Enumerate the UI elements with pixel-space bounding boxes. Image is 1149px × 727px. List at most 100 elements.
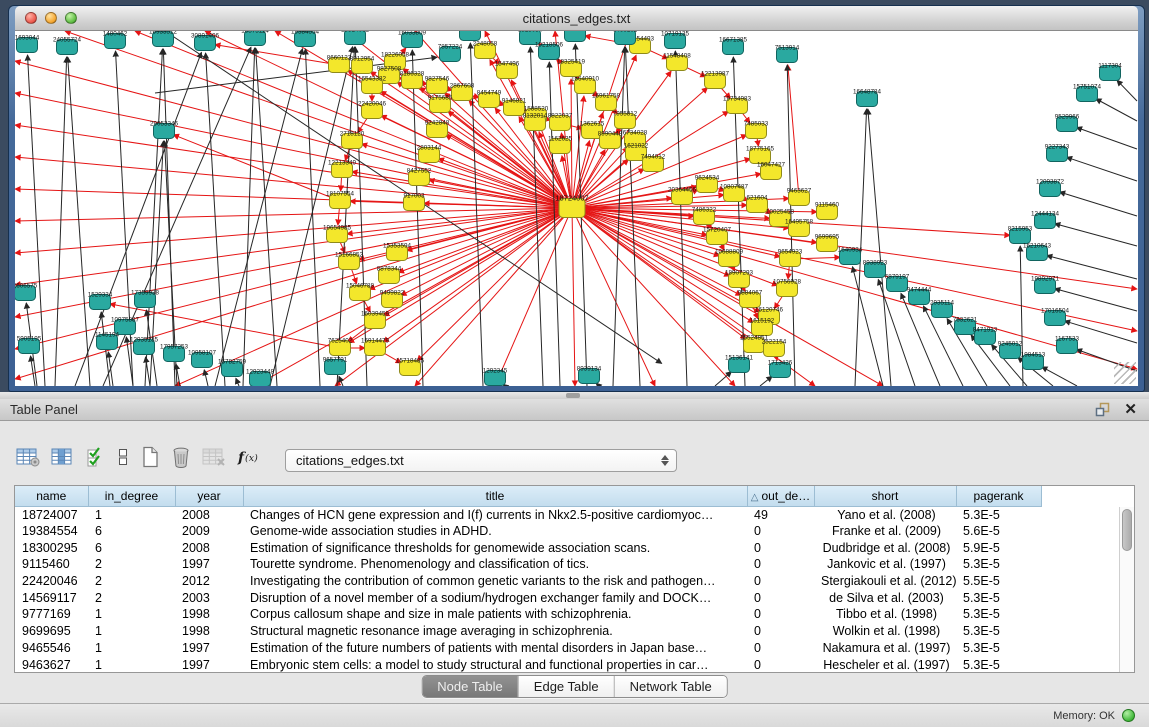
- table-select-dropdown[interactable]: citations_edges.txt: [285, 449, 677, 472]
- column-header-title[interactable]: title: [243, 486, 747, 506]
- table-cell[interactable]: Estimation of significance thresholds fo…: [243, 539, 747, 556]
- table-cell[interactable]: 2008: [175, 539, 243, 556]
- table-cell[interactable]: 2008: [175, 506, 243, 523]
- table-cell[interactable]: 19384554: [15, 523, 88, 540]
- network-graph[interactable]: 1822605898275088186328982754628676088454…: [15, 31, 1138, 386]
- citation-edge[interactable]: [1066, 157, 1137, 181]
- graph-node[interactable]: [460, 31, 481, 41]
- table-cell[interactable]: 0: [747, 606, 814, 623]
- column-header-in_degree[interactable]: in_degree: [88, 486, 175, 506]
- citation-edge[interactable]: [236, 378, 239, 386]
- citation-edge[interactable]: [625, 47, 640, 386]
- citation-edge[interactable]: [1042, 367, 1077, 386]
- select-all-button[interactable]: [86, 447, 106, 472]
- table-cell[interactable]: 6: [88, 523, 175, 540]
- table-cell[interactable]: 0: [747, 589, 814, 606]
- table-cell[interactable]: 5.9E-5: [956, 539, 1041, 556]
- network-window-titlebar[interactable]: citations_edges.txt: [15, 6, 1138, 31]
- table-cell[interactable]: 9463627: [15, 656, 88, 673]
- table-cell[interactable]: 1998: [175, 623, 243, 640]
- table-cell[interactable]: 18300295: [15, 539, 88, 556]
- table-cell[interactable]: 1: [88, 623, 175, 640]
- trash-button[interactable]: [171, 446, 191, 473]
- table-row[interactable]: 1830029562008Estimation of significance …: [15, 539, 1041, 556]
- close-panel-button[interactable]: ✕: [1124, 403, 1137, 417]
- table-cell[interactable]: Investigating the contribution of common…: [243, 573, 747, 590]
- column-header-pagerank[interactable]: pagerank: [956, 486, 1041, 506]
- show-columns-button[interactable]: [51, 447, 75, 472]
- citation-edge[interactable]: [760, 376, 772, 386]
- table-cell[interactable]: Embryonic stem cells: a model to study s…: [243, 656, 747, 673]
- table-cell[interactable]: 9699695: [15, 623, 88, 640]
- table-cell[interactable]: 1: [88, 656, 175, 673]
- table-row[interactable]: 1872400712008Changes of HCN gene express…: [15, 506, 1041, 523]
- panel-splitter[interactable]: [0, 392, 1149, 399]
- table-cell[interactable]: 0: [747, 573, 814, 590]
- table-row[interactable]: 977716911998Corpus callosum shape and si…: [15, 606, 1041, 623]
- table-row[interactable]: 1456911722003Disruption of a novel membe…: [15, 589, 1041, 606]
- table-cell[interactable]: Genome-wide association studies in ADHD.: [243, 523, 747, 540]
- table-cell[interactable]: 2: [88, 589, 175, 606]
- column-header-short[interactable]: short: [814, 486, 956, 506]
- tab-network-table[interactable]: Network Table: [614, 676, 727, 697]
- citation-edge[interactable]: [1055, 224, 1137, 246]
- table-cell[interactable]: 1: [88, 506, 175, 523]
- table-cell[interactable]: 2: [88, 556, 175, 573]
- table-cell[interactable]: 6: [88, 539, 175, 556]
- citation-edge[interactable]: [417, 208, 572, 361]
- zoom-window-button[interactable]: [65, 12, 77, 24]
- table-options-button[interactable]: [16, 447, 40, 472]
- citation-edge[interactable]: [305, 49, 320, 386]
- citation-edge[interactable]: [1117, 80, 1137, 101]
- table-cell[interactable]: 49: [747, 506, 814, 523]
- table-row[interactable]: 946554611997Estimation of the future num…: [15, 640, 1041, 657]
- citation-edge[interactable]: [15, 125, 572, 208]
- citation-edge[interactable]: [572, 208, 575, 386]
- close-window-button[interactable]: [25, 12, 37, 24]
- resize-grip[interactable]: [1114, 362, 1136, 384]
- table-cell[interactable]: 1997: [175, 556, 243, 573]
- column-header-name[interactable]: name: [15, 486, 88, 506]
- table-cell[interactable]: Jankovic et al. (1997): [814, 556, 956, 573]
- table-cell[interactable]: Corpus callosum shape and size in male p…: [243, 606, 747, 623]
- table-cell[interactable]: 1997: [175, 656, 243, 673]
- citation-edge[interactable]: [1047, 256, 1137, 279]
- table-cell[interactable]: 5.3E-5: [956, 623, 1041, 640]
- table-cell[interactable]: 9465546: [15, 640, 88, 657]
- scrollbar-thumb[interactable]: [1122, 509, 1132, 551]
- citation-edge[interactable]: [1060, 192, 1137, 216]
- citation-edge[interactable]: [868, 109, 891, 386]
- table-cell[interactable]: 5.6E-5: [956, 523, 1041, 540]
- function-button[interactable]: f (x): [237, 448, 263, 471]
- citation-edge[interactable]: [384, 208, 572, 316]
- column-header-year[interactable]: year: [175, 486, 243, 506]
- new-file-button[interactable]: [140, 446, 160, 473]
- table-cell[interactable]: 14569117: [15, 589, 88, 606]
- table-cell[interactable]: 0: [747, 556, 814, 573]
- toggle-views-button[interactable]: [117, 447, 129, 472]
- graph-node[interactable]: [565, 31, 586, 42]
- citation-edge[interactable]: [412, 50, 423, 386]
- table-cell[interactable]: Wolkin et al. (1998): [814, 623, 956, 640]
- table-cell[interactable]: Franke et al. (2009): [814, 523, 956, 540]
- table-cell[interactable]: 1: [88, 606, 175, 623]
- table-cell[interactable]: 0: [747, 539, 814, 556]
- citation-edge[interactable]: [206, 53, 225, 386]
- table-cell[interactable]: 5.3E-5: [956, 656, 1041, 673]
- citation-edge[interactable]: [1076, 127, 1137, 149]
- citation-edge[interactable]: [30, 356, 35, 386]
- table-cell[interactable]: 9115460: [15, 556, 88, 573]
- citation-edge[interactable]: [243, 48, 255, 386]
- table-cell[interactable]: de Silva et al. (2003): [814, 589, 956, 606]
- table-cell[interactable]: 5.3E-5: [956, 606, 1041, 623]
- table-cell[interactable]: 1997: [175, 640, 243, 657]
- minimize-window-button[interactable]: [45, 12, 57, 24]
- table-cell[interactable]: 0: [747, 523, 814, 540]
- table-cell[interactable]: 2012: [175, 573, 243, 590]
- table-cell[interactable]: Nakamura et al. (1997): [814, 640, 956, 657]
- table-cell[interactable]: 2: [88, 573, 175, 590]
- table-cell[interactable]: Estimation of the future numbers of pati…: [243, 640, 747, 657]
- table-cell[interactable]: 2009: [175, 523, 243, 540]
- table-cell[interactable]: 5.3E-5: [956, 589, 1041, 606]
- table-row[interactable]: 969969511998Structural magnetic resonanc…: [15, 623, 1041, 640]
